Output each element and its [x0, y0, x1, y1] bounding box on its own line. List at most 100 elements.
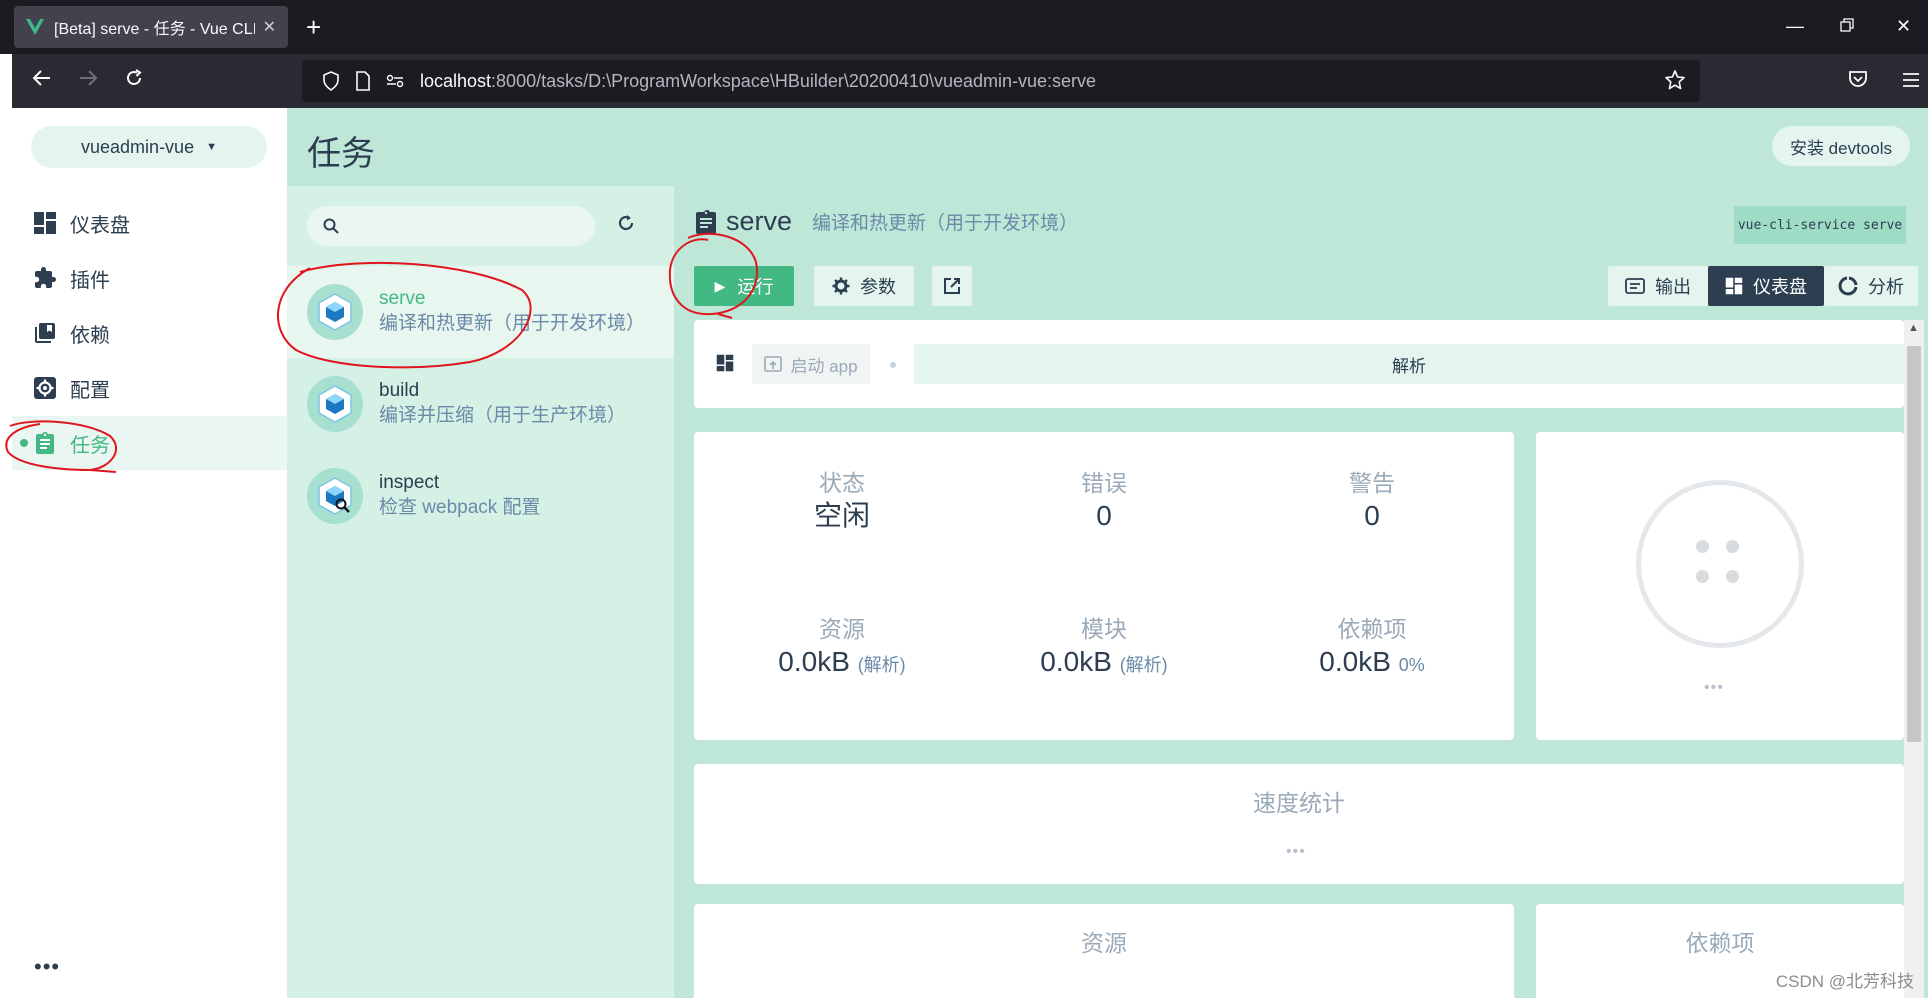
status-ellipsis: •••: [1704, 679, 1724, 696]
task-detail-header: serve 编译和热更新（用于开发环境）: [694, 206, 1078, 237]
stat-value: 0.0kB: [778, 646, 850, 677]
sidebar-item-dashboard[interactable]: 仪表盘: [12, 196, 287, 250]
sidebar-item-label: 仪表盘: [70, 214, 130, 237]
sidebar-item-dependencies[interactable]: 依赖: [12, 306, 287, 360]
stat-value: 空闲: [813, 500, 870, 531]
project-selector[interactable]: vueadmin-vue ▼: [31, 126, 267, 168]
stat-sub: 0%: [1398, 655, 1425, 675]
stat-label: 模块: [1081, 616, 1127, 642]
stat-value: 0.0kB: [1319, 646, 1391, 677]
watermark: CSDN @北芳科技: [1775, 972, 1914, 991]
browser-tab[interactable]: [Beta] serve - 任务 - Vue CLI ✕: [14, 6, 288, 48]
sidebar-item-tasks[interactable]: 任务: [12, 416, 287, 470]
gear-icon: [832, 277, 850, 295]
scrollbar-thumb[interactable]: [1907, 346, 1921, 742]
stat-value-row: 0.0kB 0%: [1272, 644, 1472, 683]
task-text: serve 编译和热更新（用于开发环境）: [379, 287, 664, 337]
url-path: :8000/tasks/D:\ProgramWorkspace\HBuilder…: [491, 70, 1097, 91]
task-text: inspect 检查 webpack 配置: [379, 471, 664, 521]
start-app-button[interactable]: 启动 app: [752, 344, 870, 384]
run-label: 运行: [737, 277, 774, 297]
reload-icon[interactable]: [124, 66, 144, 96]
circle-dot: [1726, 540, 1739, 553]
sidebar-item-label: 任务: [70, 434, 110, 457]
search-input[interactable]: [349, 217, 579, 235]
dashboard-label: 仪表盘: [1753, 277, 1807, 297]
close-window-icon[interactable]: ✕: [1896, 14, 1911, 38]
task-text: build 编译并压缩（用于生产环境）: [379, 379, 664, 429]
parameters-button[interactable]: 参数: [814, 266, 914, 306]
tab-title: [Beta] serve - 任务 - Vue CLI: [54, 21, 255, 38]
stat-warnings: 警告 0: [1272, 468, 1472, 534]
tab-close-icon[interactable]: ✕: [263, 17, 276, 37]
active-indicator-dot: [20, 439, 28, 447]
minimize-icon[interactable]: —: [1786, 14, 1804, 38]
browser-tab-bar: [Beta] serve - 任务 - Vue CLI ✕ + — ✕: [0, 0, 1928, 54]
new-tab-icon[interactable]: +: [306, 12, 321, 42]
task-search: [307, 206, 595, 246]
more-options-icon[interactable]: •••: [34, 954, 60, 980]
caret-down-icon: ▼: [206, 141, 217, 153]
sidebar-item-configuration[interactable]: 配置: [12, 361, 287, 415]
task-name: build: [379, 380, 420, 401]
library-icon: [32, 320, 58, 346]
permissions-icon[interactable]: [384, 70, 406, 92]
task-list-panel: serve 编译和热更新（用于开发环境） build 编译并压缩（用于生产环境）: [287, 186, 674, 998]
address-bar[interactable]: localhost:8000/tasks/D:\ProgramWorkspace…: [302, 60, 1700, 102]
screen: [Beta] serve - 任务 - Vue CLI ✕ + — ✕ loca…: [0, 0, 1928, 998]
sidebar: vueadmin-vue ▼ 仪表盘 插件 依赖 配置 任务 •••: [12, 108, 287, 998]
task-description: 编译并压缩（用于生产环境）: [379, 405, 627, 426]
restore-icon[interactable]: [1840, 14, 1854, 38]
dashboard-toolbar: 启动 app 解析: [694, 320, 1904, 408]
terminal-output-icon: [1625, 278, 1645, 294]
stat-dependencies: 依赖项 0.0kB 0%: [1272, 614, 1472, 683]
sidebar-item-label: 配置: [70, 379, 110, 402]
dashboard-icon[interactable]: [716, 354, 734, 372]
stat-sub: (解析): [857, 655, 906, 675]
vertical-scrollbar[interactable]: ▲: [1904, 320, 1924, 998]
stat-value: 0.0kB: [1040, 646, 1112, 677]
page-title: 任务: [307, 135, 375, 173]
output-tab-button[interactable]: 输出: [1608, 266, 1708, 306]
task-item-inspect[interactable]: inspect 检查 webpack 配置: [287, 450, 674, 542]
separator-dot: [890, 362, 896, 368]
refresh-icon[interactable]: [617, 214, 635, 237]
task-name: serve: [379, 288, 426, 309]
back-icon[interactable]: [32, 66, 52, 96]
page-icon[interactable]: [352, 70, 374, 92]
open-in-browser-icon: [764, 356, 783, 372]
assignment-icon: [696, 209, 716, 234]
forward-icon[interactable]: [78, 66, 98, 96]
sidebar-item-label: 依赖: [70, 324, 110, 347]
shield-icon[interactable]: [320, 70, 342, 92]
bookmark-star-icon[interactable]: [1664, 69, 1686, 96]
sidebar-item-plugins[interactable]: 插件: [12, 251, 287, 305]
open-external-button[interactable]: [932, 266, 972, 306]
settings-icon: [32, 375, 58, 401]
project-name: vueadmin-vue: [81, 136, 195, 157]
analyze-tab-button[interactable]: 分析: [1824, 266, 1918, 306]
vue-ui-app: vueadmin-vue ▼ 仪表盘 插件 依赖 配置 任务 ••• 任务 安装…: [12, 108, 1928, 998]
task-detail-panel: serve 编译和热更新（用于开发环境） vue-cli-service ser…: [674, 186, 1928, 998]
url-text: localhost:8000/tasks/D:\ProgramWorkspace…: [420, 71, 1096, 92]
install-devtools-button[interactable]: 安装 devtools: [1771, 126, 1910, 166]
menu-icon[interactable]: [1902, 67, 1920, 97]
stat-errors: 错误 0: [1004, 468, 1204, 534]
speed-stats-card: 速度统计 •••: [694, 764, 1904, 884]
dashboard-icon: [1725, 277, 1743, 295]
build-status-card: 状态 空闲 错误 0 警告 0 资源 0.0kB (解析) 模块 0.0kB (…: [694, 432, 1514, 740]
search-icon: [323, 218, 339, 234]
stat-sub: (解析): [1119, 655, 1168, 675]
scroll-up-icon[interactable]: ▲: [1908, 322, 1919, 334]
stat-modules: 模块 0.0kB (解析): [1004, 614, 1204, 683]
task-item-serve[interactable]: serve 编译和热更新（用于开发环境）: [287, 266, 674, 358]
task-item-build[interactable]: build 编译并压缩（用于生产环境）: [287, 358, 674, 450]
open-in-new-icon: [944, 278, 960, 294]
run-task-button[interactable]: ▶ 运行: [694, 266, 794, 306]
task-subtitle: 编译和热更新（用于开发环境）: [812, 213, 1079, 234]
dashboard-tab-button[interactable]: 仪表盘: [1708, 266, 1824, 306]
pocket-icon[interactable]: [1848, 67, 1868, 97]
url-host: localhost: [420, 70, 492, 91]
command-badge: vue-cli-service serve: [1734, 206, 1906, 244]
analyze-mode-tab[interactable]: 解析: [914, 344, 1904, 384]
